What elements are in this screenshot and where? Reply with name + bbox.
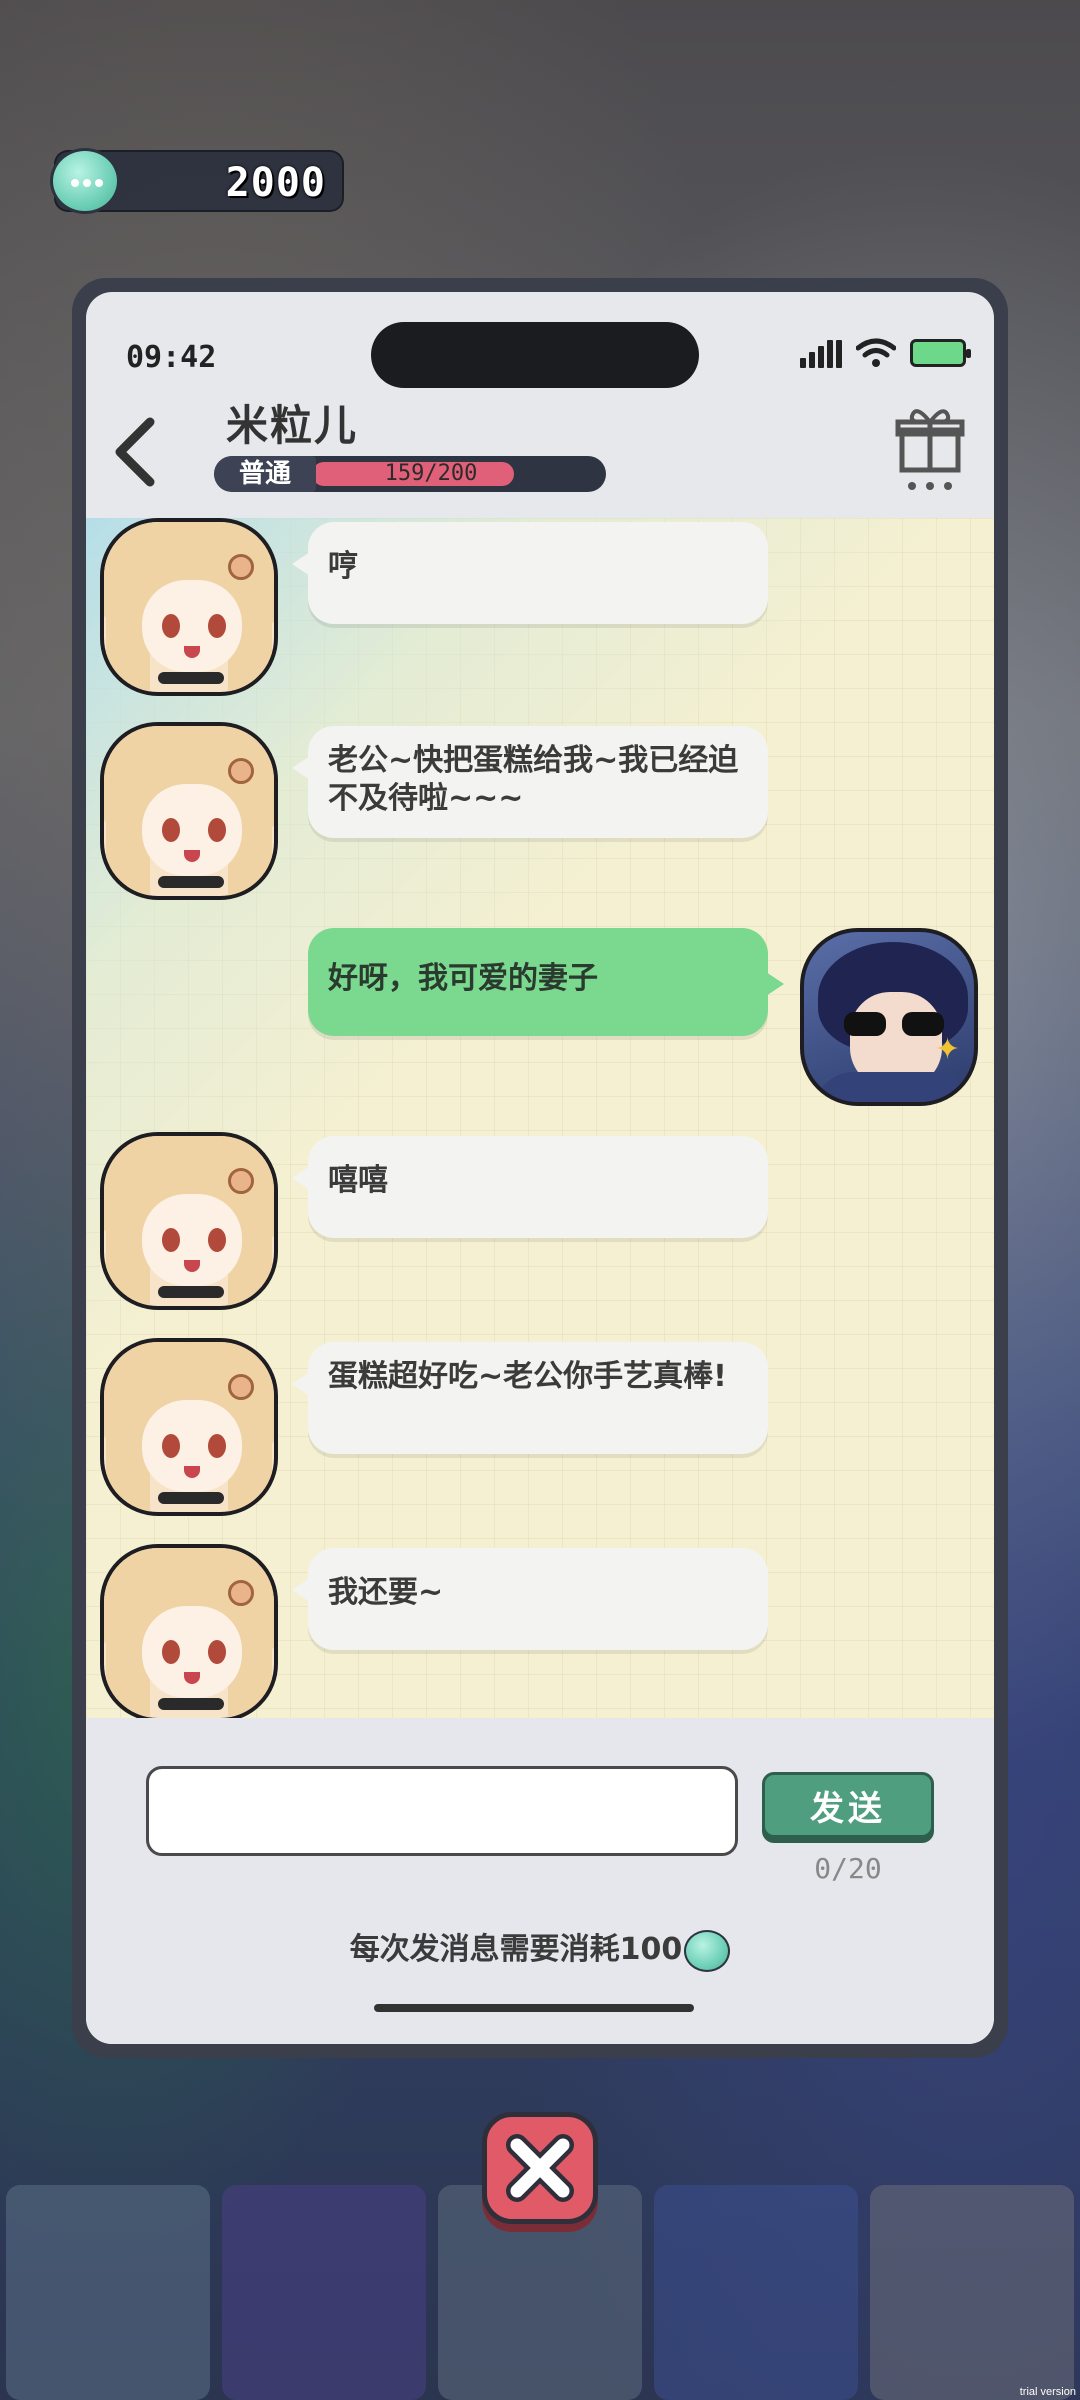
relationship-level-badge: 普通	[214, 456, 316, 492]
message-bubble-incoming: 老公~快把蛋糕给我~我已经迫不及待啦~~~	[292, 726, 768, 838]
affection-value: 159/200	[384, 461, 478, 486]
battery-icon	[910, 339, 971, 367]
currency-amount: 2000	[225, 160, 326, 206]
chat-coin-icon	[50, 148, 120, 214]
watermark: trial version	[1019, 2386, 1076, 2398]
phone-frame: 09:42 米粒儿 159/200 普通 哼 老公~快把蛋糕给我~我已经迫不及待…	[72, 278, 1008, 2058]
status-icons	[800, 338, 971, 368]
affection-bar: 159/200 普通	[214, 456, 606, 492]
dynamic-island	[371, 322, 699, 388]
message-bubble-outgoing: 好呀，我可爱的妻子	[308, 928, 784, 1036]
message-bubble-incoming: 我还要~	[292, 1548, 768, 1650]
wifi-icon	[856, 338, 896, 367]
signal-icon	[800, 338, 842, 368]
currency-display: 2000	[50, 148, 344, 214]
player-avatar[interactable]: ✦	[800, 928, 978, 1106]
message-bubble-incoming: 嘻嘻	[292, 1136, 768, 1238]
message-list[interactable]: 哼 老公~快把蛋糕给我~我已经迫不及待啦~~~ 好呀，我可爱的妻子 ✦ 嘻嘻 蛋…	[86, 518, 994, 1718]
message-cost-note: 每次发消息需要消耗100	[86, 1924, 994, 1972]
composer: 发送 0/20 每次发消息需要消耗100	[86, 1718, 994, 2044]
contact-avatar[interactable]	[100, 1544, 278, 1718]
home-indicator	[374, 2004, 694, 2012]
contact-name: 米粒儿	[226, 401, 359, 450]
close-icon	[506, 2134, 574, 2202]
send-button[interactable]: 发送	[762, 1772, 934, 1838]
phone-screen: 09:42 米粒儿 159/200 普通 哼 老公~快把蛋糕给我~我已经迫不及待…	[86, 292, 994, 2044]
close-button[interactable]	[482, 2112, 598, 2224]
message-input[interactable]	[146, 1766, 738, 1856]
message-bubble-incoming: 蛋糕超好吃~老公你手艺真棒!	[292, 1342, 768, 1454]
contact-avatar[interactable]	[100, 1132, 278, 1310]
char-counter: 0/20	[814, 1852, 882, 1885]
message-cost-text: 每次发消息需要消耗100	[349, 1932, 683, 1967]
contact-avatar[interactable]	[100, 722, 278, 900]
back-arrow-icon[interactable]	[106, 412, 166, 492]
contact-avatar[interactable]	[100, 518, 278, 696]
chat-coin-icon	[684, 1929, 731, 1972]
status-time: 09:42	[126, 340, 217, 375]
chat-header: 米粒儿 159/200 普通	[86, 392, 994, 512]
contact-avatar[interactable]	[100, 1338, 278, 1516]
gift-icon[interactable]	[894, 402, 966, 492]
message-bubble-incoming: 哼	[292, 522, 768, 624]
